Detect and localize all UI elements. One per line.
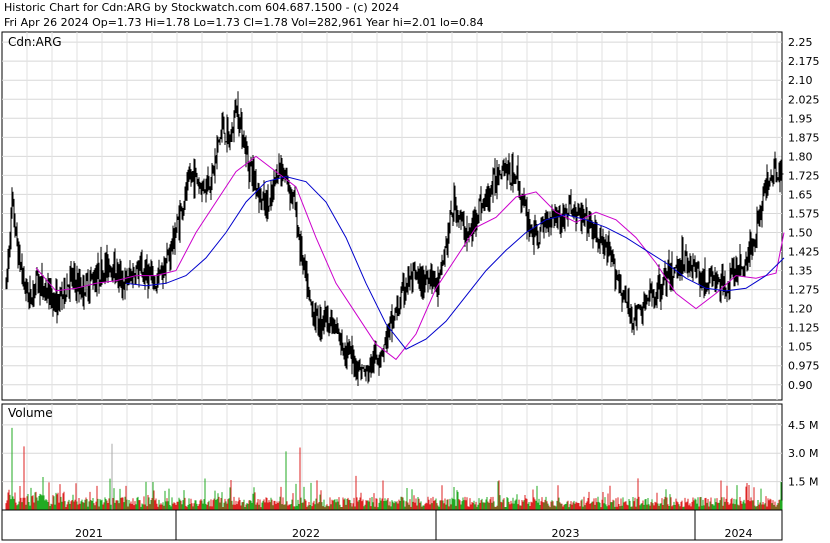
price-bar (223, 116, 226, 134)
price-tick-label: 1.35 (788, 265, 813, 278)
price-bar (620, 274, 623, 296)
price-tick-label: 2.25 (788, 36, 813, 49)
price-tick-label: 1.425 (788, 246, 820, 259)
price-tick-label: 0.975 (788, 360, 820, 373)
price-tick-label: 1.875 (788, 131, 820, 144)
price-bar (512, 152, 515, 193)
year-tick-label: 2023 (552, 527, 580, 540)
volume-plot (5, 427, 783, 510)
year-tick-label: 2024 (725, 527, 753, 540)
price-tick-label: 1.575 (788, 207, 820, 220)
price-bar (174, 222, 177, 255)
date-axis-frame (1, 509, 783, 541)
price-tick-label: 1.65 (788, 188, 813, 201)
price-tick-label: 2.025 (788, 93, 820, 106)
price-tick-label: 1.275 (788, 284, 820, 297)
year-tick-label: 2022 (292, 527, 320, 540)
price-tick-label: 2.10 (788, 74, 813, 87)
price-plot (5, 91, 785, 387)
price-tick-label: 1.725 (788, 169, 820, 182)
price-bar (509, 162, 512, 185)
price-bar (361, 364, 364, 380)
price-frame (1, 31, 783, 401)
price-tick-label: 1.50 (788, 226, 813, 239)
price-bar (214, 148, 217, 184)
volume-tick-label: 4.5 M (788, 419, 818, 432)
stock-chart: 2.25 2.175 2.10 2.025 1.95 1.875 1.80 1.725 1.65… (1, 31, 820, 541)
volume-frame (1, 403, 783, 511)
price-tick-label: 1.95 (788, 112, 813, 125)
price-grid (1, 31, 783, 401)
price-tick-label: 1.20 (788, 303, 813, 316)
price-tick-label: 2.175 (788, 55, 820, 68)
volume-tick-label: 3.0 M (788, 447, 818, 460)
price-tick-label: 0.90 (788, 379, 813, 392)
year-tick-label: 2021 (75, 527, 103, 540)
volume-tick-label: 1.5 M (788, 476, 818, 489)
price-bar (268, 205, 271, 212)
price-bar (692, 253, 695, 282)
price-bar (224, 133, 227, 145)
price-chart-title: Cdn:ARG (8, 35, 62, 49)
price-bar (444, 246, 447, 267)
price-tick-label: 1.125 (788, 322, 820, 335)
price-tick-label: 1.80 (788, 150, 813, 163)
volume-grid (1, 403, 783, 511)
price-tick-label: 1.05 (788, 341, 813, 354)
price-bar (194, 159, 197, 199)
price-bar (478, 198, 481, 224)
volume-chart-title: Volume (8, 406, 53, 420)
price-bar (776, 171, 779, 183)
price-bar (781, 155, 784, 183)
price-bar (740, 254, 743, 276)
price-bar (217, 136, 220, 153)
